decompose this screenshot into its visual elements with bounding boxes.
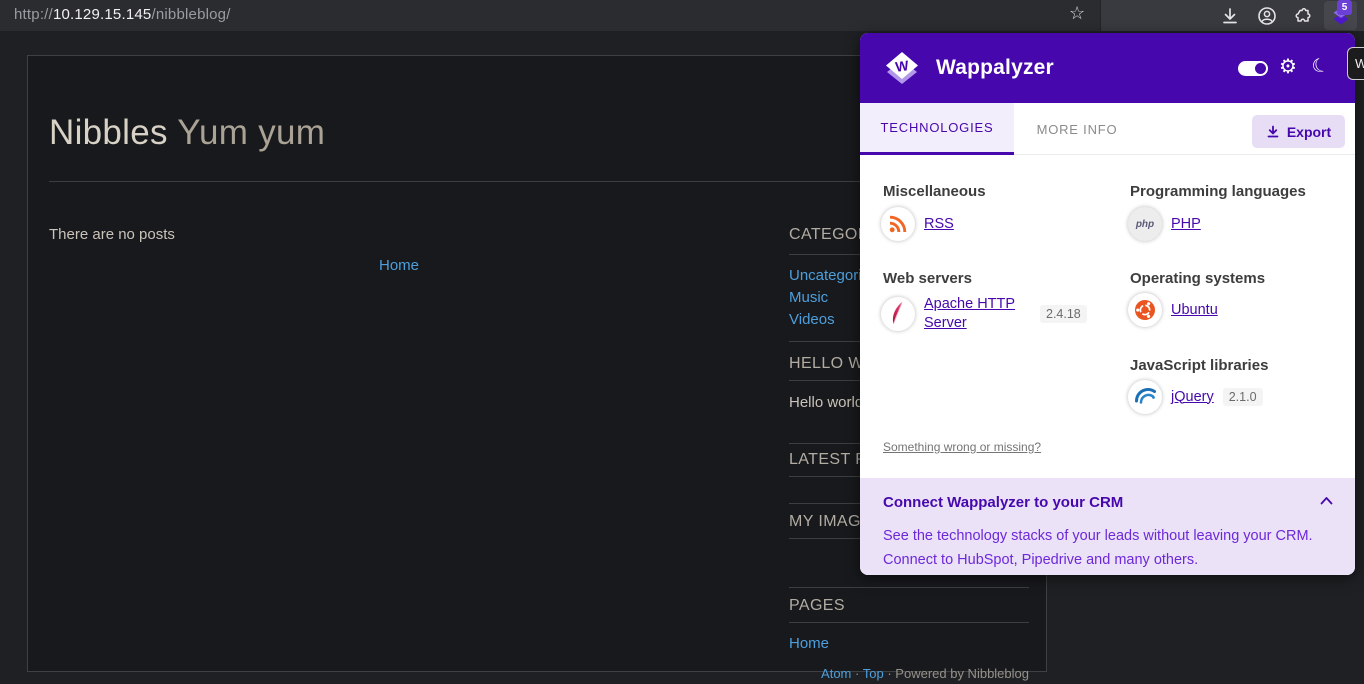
url-host: 10.129.15.145 [53, 6, 152, 23]
pager-home-link[interactable]: Home [379, 257, 419, 274]
apache-link[interactable]: Apache HTTP Server [924, 295, 1044, 333]
wappalyzer-popup: W Wappalyzer ⚙ ☾ TECHNOLOGIES MORE INFO … [860, 33, 1355, 575]
blog-title: Nibbles [49, 113, 168, 152]
rss-icon [881, 207, 915, 241]
wappalyzer-brand-title: Wappalyzer [936, 56, 1054, 80]
tech-row-ubuntu: Ubuntu [1128, 293, 1218, 327]
extensions-puzzle-icon[interactable] [1292, 5, 1314, 27]
account-icon[interactable] [1256, 5, 1278, 27]
group-heading-web-servers: Web servers [883, 270, 972, 287]
toolbar-right [1100, 0, 1364, 31]
rss-link[interactable]: RSS [924, 215, 954, 234]
chevron-up-icon[interactable] [1320, 496, 1333, 505]
jquery-icon [1128, 380, 1162, 414]
browser-toolbar: http://10.129.15.145/nibbleblog/ ☆ 5 [0, 0, 1364, 31]
download-icon[interactable] [1219, 5, 1241, 27]
tech-row-apache: Apache HTTP Server [881, 295, 1044, 333]
pages-heading: PAGES [789, 598, 1029, 623]
blog-footer: Atom · Top · Powered by Nibbleblog [789, 666, 1029, 681]
extension-tooltip: W [1347, 47, 1364, 80]
top-link[interactable]: Top [863, 666, 884, 681]
tech-row-jquery: jQuery 2.1.0 [1128, 380, 1263, 414]
crm-body-text: See the technology stacks of your leads … [883, 524, 1328, 572]
sidebar-section-pages: PAGES Home [789, 587, 1029, 652]
apache-version: 2.4.18 [1040, 305, 1087, 323]
export-label: Export [1287, 124, 1331, 140]
jquery-version: 2.1.0 [1223, 388, 1263, 406]
url-bar[interactable]: http://10.129.15.145/nibbleblog/ [14, 6, 231, 23]
php-link[interactable]: PHP [1171, 215, 1201, 234]
atom-link[interactable]: Atom [821, 666, 851, 681]
apache-feather-icon [881, 297, 915, 331]
url-scheme: http:// [14, 6, 53, 23]
pages-home-link[interactable]: Home [789, 635, 829, 652]
bookmark-star-icon[interactable]: ☆ [1069, 3, 1085, 24]
group-heading-miscellaneous: Miscellaneous [883, 183, 986, 200]
tab-more-info[interactable]: MORE INFO [1014, 103, 1140, 155]
crm-panel: Connect Wappalyzer to your CRM See the t… [860, 478, 1355, 575]
export-button[interactable]: Export [1252, 115, 1345, 148]
crm-title: Connect Wappalyzer to your CRM [883, 494, 1123, 511]
page-title: Nibbles Yum yum [49, 113, 325, 153]
screen: http://10.129.15.145/nibbleblog/ ☆ 5 [0, 0, 1364, 684]
tech-row-php: php PHP [1128, 207, 1201, 241]
category-link-videos[interactable]: Videos [789, 311, 835, 328]
php-icon: php [1128, 207, 1162, 241]
footer-separator: · [855, 666, 859, 681]
extension-badge: 5 [1337, 0, 1352, 15]
tech-row-rss: RSS [881, 207, 954, 241]
footer-separator: · [887, 666, 891, 681]
feedback-link[interactable]: Something wrong or missing? [883, 440, 1041, 454]
enable-toggle[interactable] [1238, 61, 1268, 76]
jquery-link[interactable]: jQuery [1171, 388, 1214, 407]
export-download-icon [1266, 125, 1280, 139]
ubuntu-link[interactable]: Ubuntu [1171, 301, 1218, 320]
powered-by-text: Powered by Nibbleblog [895, 666, 1029, 681]
popup-header: W Wappalyzer ⚙ ☾ [860, 33, 1355, 103]
toggle-knob [1255, 63, 1266, 74]
settings-gear-icon[interactable]: ⚙ [1279, 54, 1297, 80]
wappalyzer-logo-icon: W [880, 46, 924, 90]
group-heading-operating-systems: Operating systems [1130, 270, 1265, 287]
theme-moon-icon[interactable]: ☾ [1308, 52, 1332, 82]
group-heading-programming-languages: Programming languages [1130, 183, 1306, 200]
tab-technologies[interactable]: TECHNOLOGIES [860, 103, 1014, 155]
url-path: /nibbleblog/ [151, 6, 230, 23]
category-link-music[interactable]: Music [789, 289, 828, 306]
pager: Home [49, 257, 749, 274]
empty-posts-message: There are no posts [49, 226, 175, 243]
blog-subtitle: Yum yum [177, 113, 325, 152]
popup-tab-bar: TECHNOLOGIES MORE INFO Export [860, 103, 1355, 155]
group-heading-javascript-libraries: JavaScript libraries [1130, 357, 1268, 374]
ubuntu-icon [1128, 293, 1162, 327]
